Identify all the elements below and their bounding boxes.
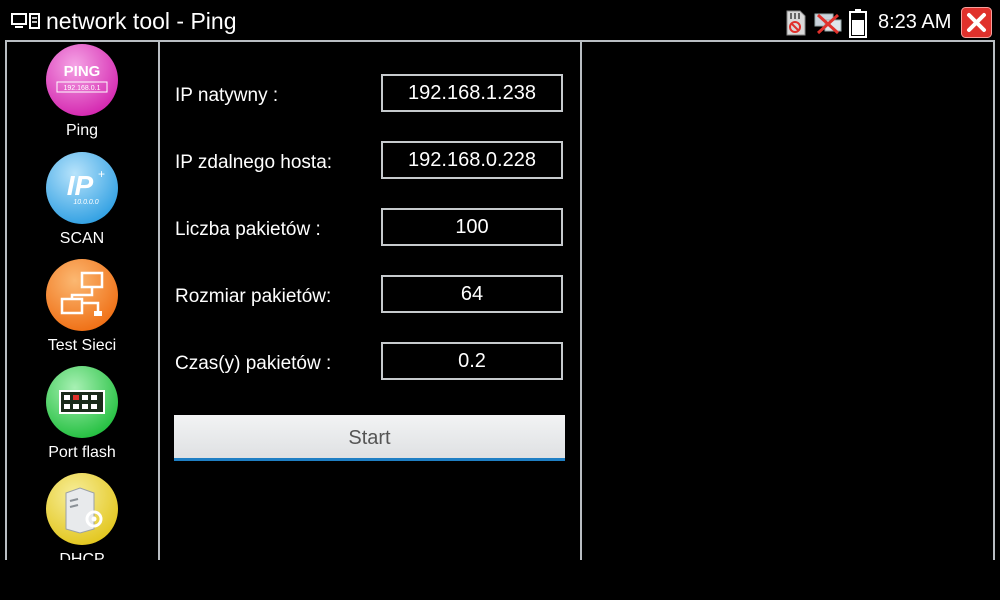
remote-ip-field[interactable]: 192.168.0.228 (381, 141, 563, 179)
local-ip-label: IP natywny : (175, 85, 279, 106)
packet-count-label: Liczba pakietów : (175, 219, 321, 240)
title-bar: network tool - Ping 8:23 AM (0, 0, 1000, 40)
close-button[interactable] (961, 7, 992, 38)
network-test-icon (46, 259, 118, 331)
packet-size-label: Rozmiar pakietów: (175, 286, 332, 307)
network-disconnected-icon (814, 13, 842, 35)
tool-sidebar: PING 192.168.0.1 Ping IP + 10.0.0.0 SCAN (5, 40, 159, 560)
packet-count-field[interactable]: 100 (381, 208, 563, 246)
svg-text:IP: IP (67, 170, 94, 201)
local-ip-field[interactable]: 192.168.1.238 (381, 74, 563, 112)
sidebar-item-dhcp[interactable]: DHCP (7, 473, 157, 560)
sidebar-item-scan[interactable]: IP + 10.0.0.0 SCAN (7, 152, 157, 258)
sidebar-item-label: DHCP (59, 551, 105, 560)
window-title: network tool - Ping (46, 8, 237, 34)
sidebar-item-label: Test Sieci (47, 337, 117, 354)
sidebar-item-label: SCAN (59, 230, 105, 247)
packet-time-label: Czas(y) pakietów : (175, 353, 332, 374)
clock: 8:23 AM (878, 11, 952, 33)
packet-time-field[interactable]: 0.2 (381, 342, 563, 380)
packet-size-field[interactable]: 64 (381, 275, 563, 313)
sidebar-item-label: Ping (65, 122, 99, 139)
network-tool-icon (11, 13, 40, 29)
sidebar-item-label: Port flash (48, 444, 116, 461)
start-button[interactable]: Start (174, 415, 565, 461)
ip-scan-icon: IP + 10.0.0.0 (46, 152, 118, 224)
sidebar-item-network-test[interactable]: Test Sieci (7, 259, 157, 365)
ping-result-panel (582, 40, 995, 560)
port-flash-icon (46, 366, 118, 438)
battery-icon (849, 9, 867, 38)
remote-ip-label: IP zdalnego hosta: (175, 152, 333, 173)
sidebar-item-port-flash[interactable]: Port flash (7, 366, 157, 472)
bottom-bar (0, 560, 1000, 600)
ping-icon: PING 192.168.0.1 (46, 44, 118, 116)
sidebar-item-ping[interactable]: PING 192.168.0.1 Ping (7, 44, 157, 150)
svg-text:+: + (98, 167, 105, 181)
dhcp-server-icon (46, 473, 118, 545)
svg-text:10.0.0.0: 10.0.0.0 (73, 199, 98, 206)
sd-card-icon (786, 10, 806, 36)
svg-text:PING: PING (64, 63, 101, 80)
svg-text:192.168.0.1: 192.168.0.1 (64, 85, 101, 92)
